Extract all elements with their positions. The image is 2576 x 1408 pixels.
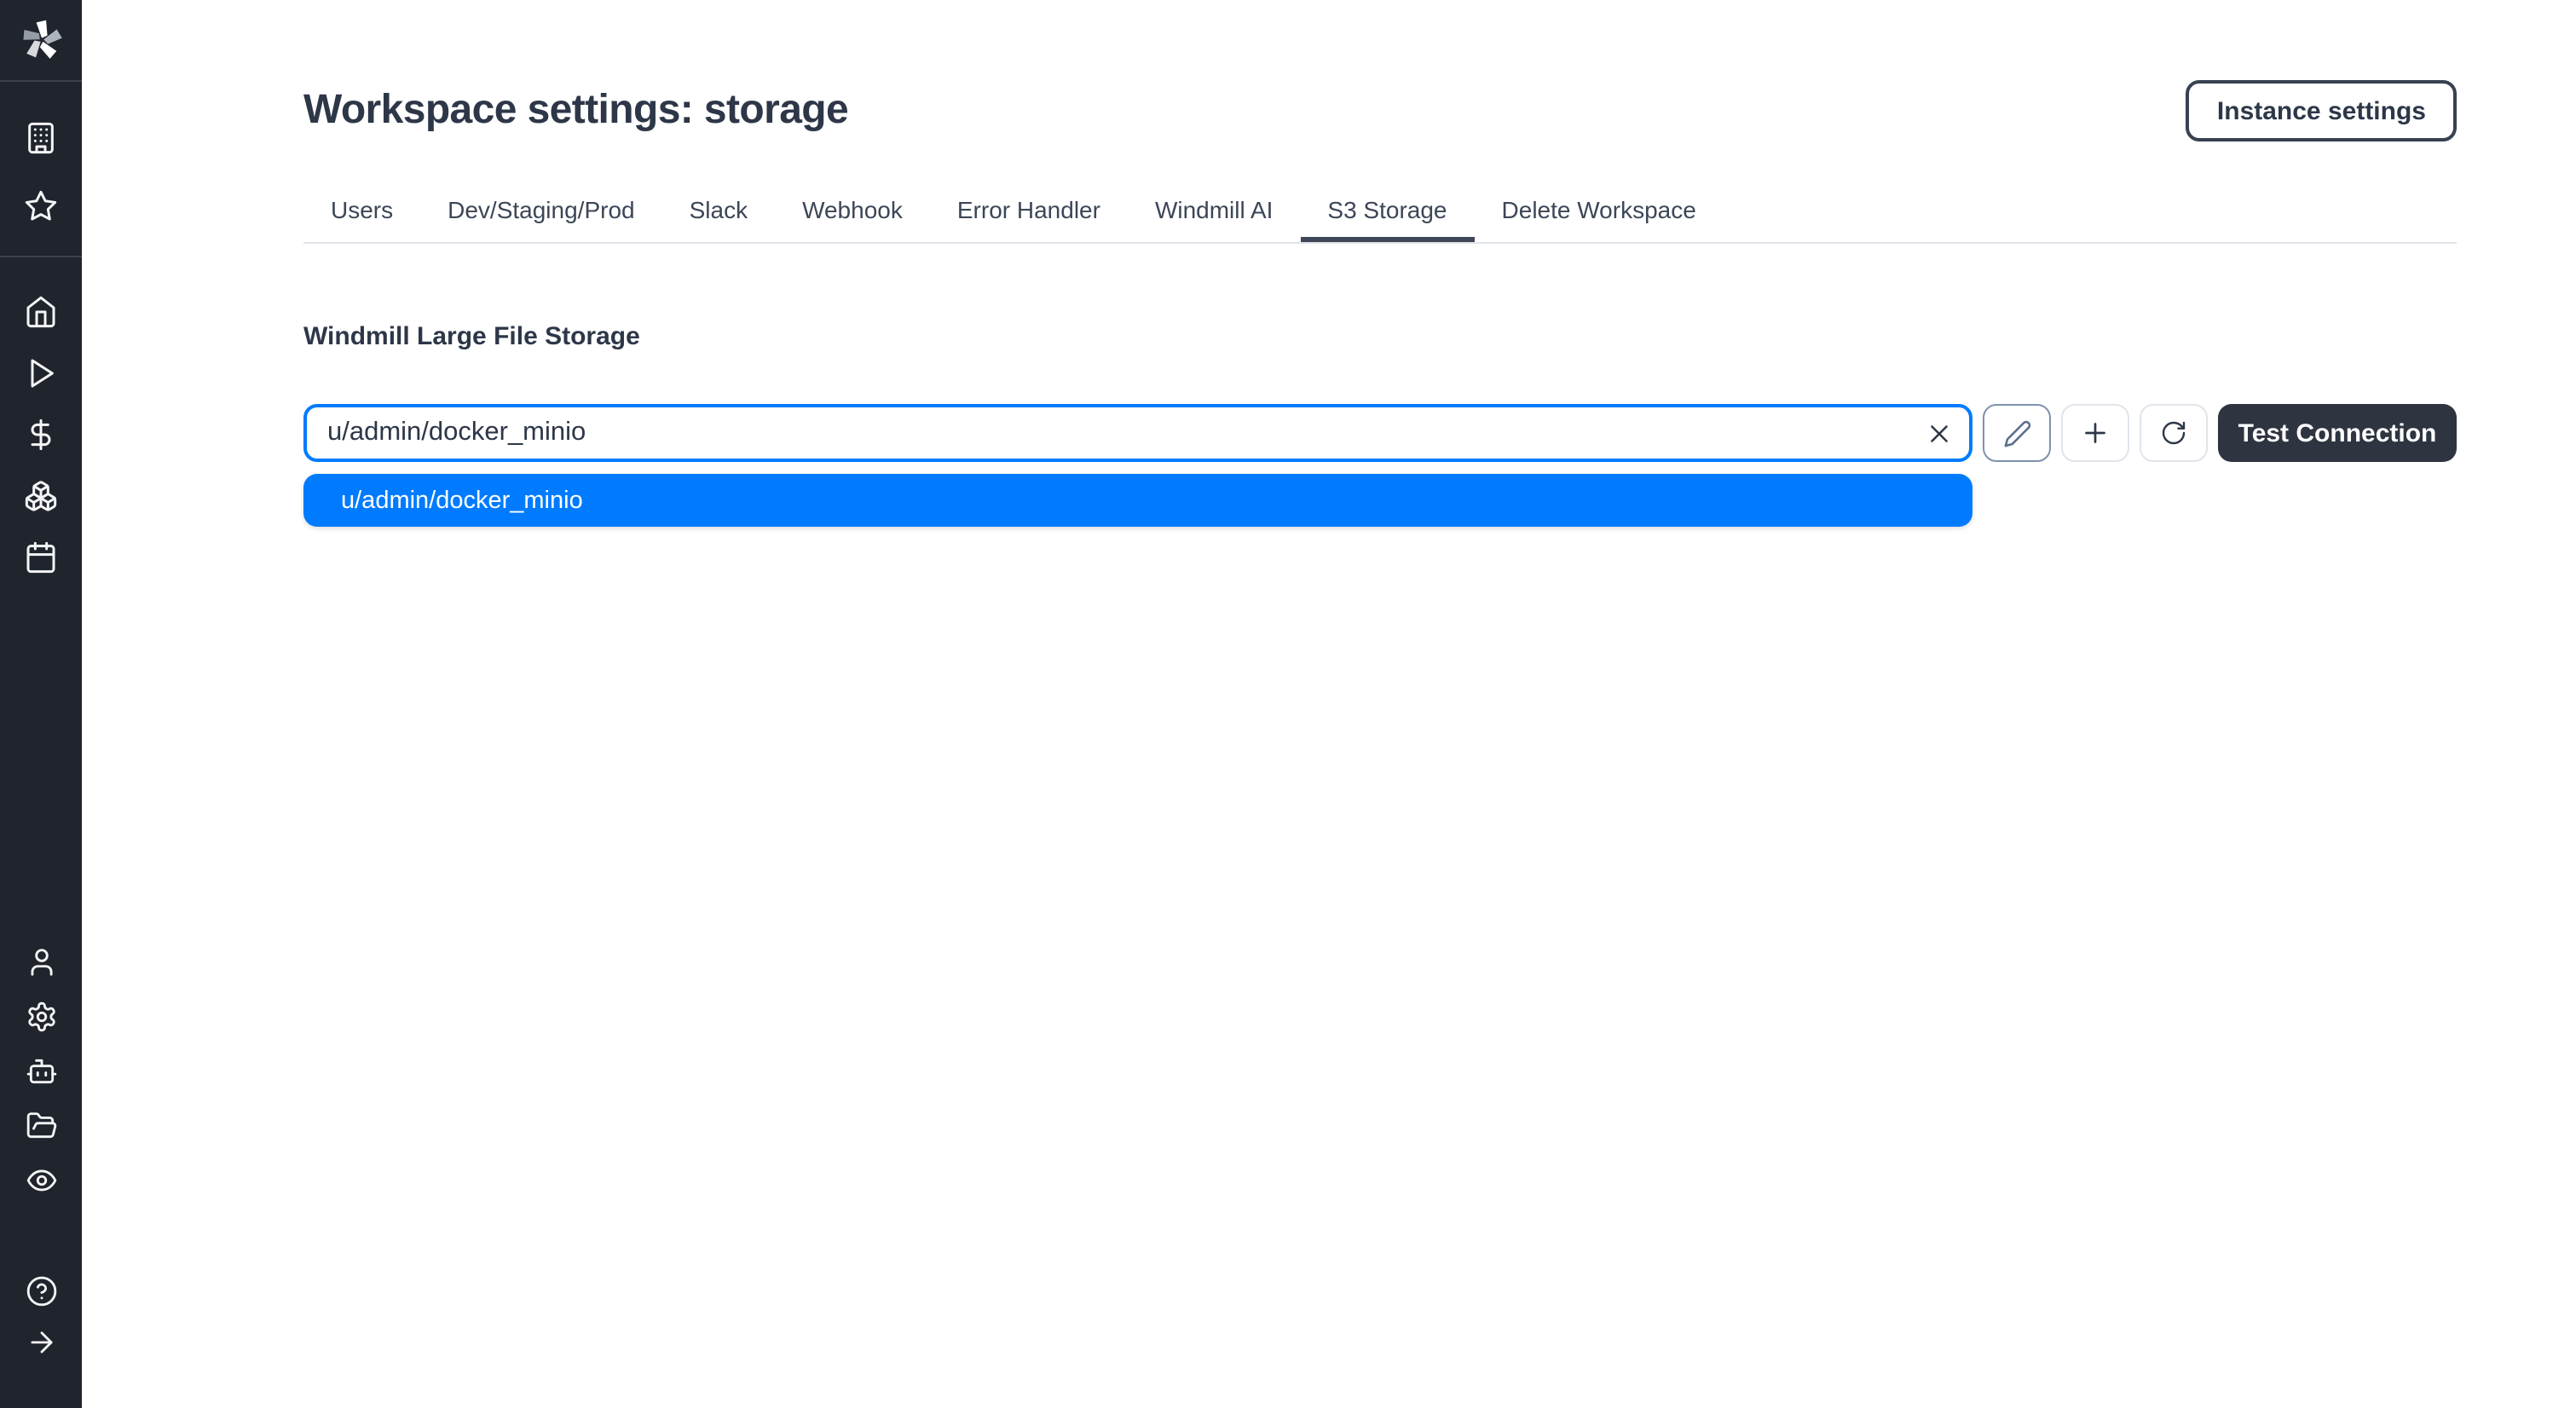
plus-icon <box>2080 418 2111 448</box>
windmill-logo[interactable] <box>0 0 82 82</box>
sidebar-item-runs[interactable] <box>0 343 82 404</box>
clear-button[interactable] <box>1908 407 1969 459</box>
x-icon <box>1924 418 1953 447</box>
building-icon <box>24 121 58 155</box>
sidebar-item-favorites[interactable] <box>0 172 82 240</box>
sidebar-footer-group <box>0 1265 82 1367</box>
calendar-icon <box>24 540 58 574</box>
add-resource-button[interactable] <box>2061 404 2129 462</box>
edit-resource-button[interactable] <box>1983 404 2051 462</box>
sidebar-item-workers[interactable] <box>0 1043 82 1098</box>
home-icon <box>24 295 58 329</box>
page-title: Workspace settings: storage <box>303 87 848 135</box>
resource-dropdown: u/admin/docker_minio <box>303 474 1972 527</box>
instance-settings-button[interactable]: Instance settings <box>2186 80 2457 141</box>
rotate-cw-icon <box>2160 419 2187 447</box>
resource-input[interactable] <box>307 407 1908 459</box>
sidebar-item-schedules[interactable] <box>0 527 82 588</box>
refresh-button[interactable] <box>2140 404 2208 462</box>
resource-input-wrap <box>303 404 1972 462</box>
tab-windmill-ai[interactable]: Windmill AI <box>1128 182 1300 242</box>
main-content: Workspace settings: storage Instance set… <box>82 0 2576 1408</box>
tab-error-handler[interactable]: Error Handler <box>930 182 1128 242</box>
eye-icon <box>25 1163 57 1196</box>
test-connection-button[interactable]: Test Connection <box>2218 404 2457 462</box>
sidebar-item-folders[interactable] <box>0 1098 82 1152</box>
user-icon <box>25 945 57 978</box>
help-circle-icon <box>25 1274 57 1307</box>
sidebar-main-group <box>0 257 82 588</box>
tab-delete-workspace[interactable]: Delete Workspace <box>1475 182 1724 242</box>
windmill-pinwheel-icon <box>18 17 64 63</box>
sidebar-workspace-group <box>0 82 82 256</box>
tab-slack[interactable]: Slack <box>662 182 775 242</box>
star-icon <box>24 189 58 223</box>
tab-s3-storage[interactable]: S3 Storage <box>1300 182 1474 242</box>
sidebar-item-users[interactable] <box>0 934 82 989</box>
tab-webhook[interactable]: Webhook <box>775 182 930 242</box>
sidebar-item-home[interactable] <box>0 281 82 343</box>
sidebar-item-workspace[interactable] <box>0 104 82 172</box>
gear-icon <box>25 1000 57 1032</box>
boxes-icon <box>24 479 58 513</box>
folder-open-icon <box>25 1109 57 1141</box>
app-window: Workspace settings: storage Instance set… <box>0 0 2576 1408</box>
arrow-right-icon <box>25 1325 57 1358</box>
bot-icon <box>25 1054 57 1087</box>
page-header: Workspace settings: storage Instance set… <box>303 80 2457 141</box>
sidebar-item-audit-logs[interactable] <box>0 1152 82 1207</box>
sidebar-item-expand[interactable] <box>0 1316 82 1367</box>
tab-dev-staging-prod[interactable]: Dev/Staging/Prod <box>420 182 661 242</box>
section-title-large-file-storage: Windmill Large File Storage <box>303 322 2457 351</box>
dollar-sign-icon <box>24 418 58 452</box>
tab-users[interactable]: Users <box>303 182 420 242</box>
play-icon <box>24 356 58 390</box>
sidebar-item-settings[interactable] <box>0 989 82 1043</box>
sidebar-item-resources[interactable] <box>0 465 82 527</box>
sidebar-item-help[interactable] <box>0 1265 82 1316</box>
sidebar-item-variables[interactable] <box>0 404 82 465</box>
sidebar-admin-group <box>0 934 82 1207</box>
settings-tabs: Users Dev/Staging/Prod Slack Webhook Err… <box>303 182 2457 244</box>
resource-picker-row: Test Connection <box>303 404 2457 462</box>
pencil-icon <box>2002 418 2031 447</box>
dropdown-option-selected[interactable]: u/admin/docker_minio <box>303 474 1972 527</box>
sidebar <box>0 0 82 1408</box>
